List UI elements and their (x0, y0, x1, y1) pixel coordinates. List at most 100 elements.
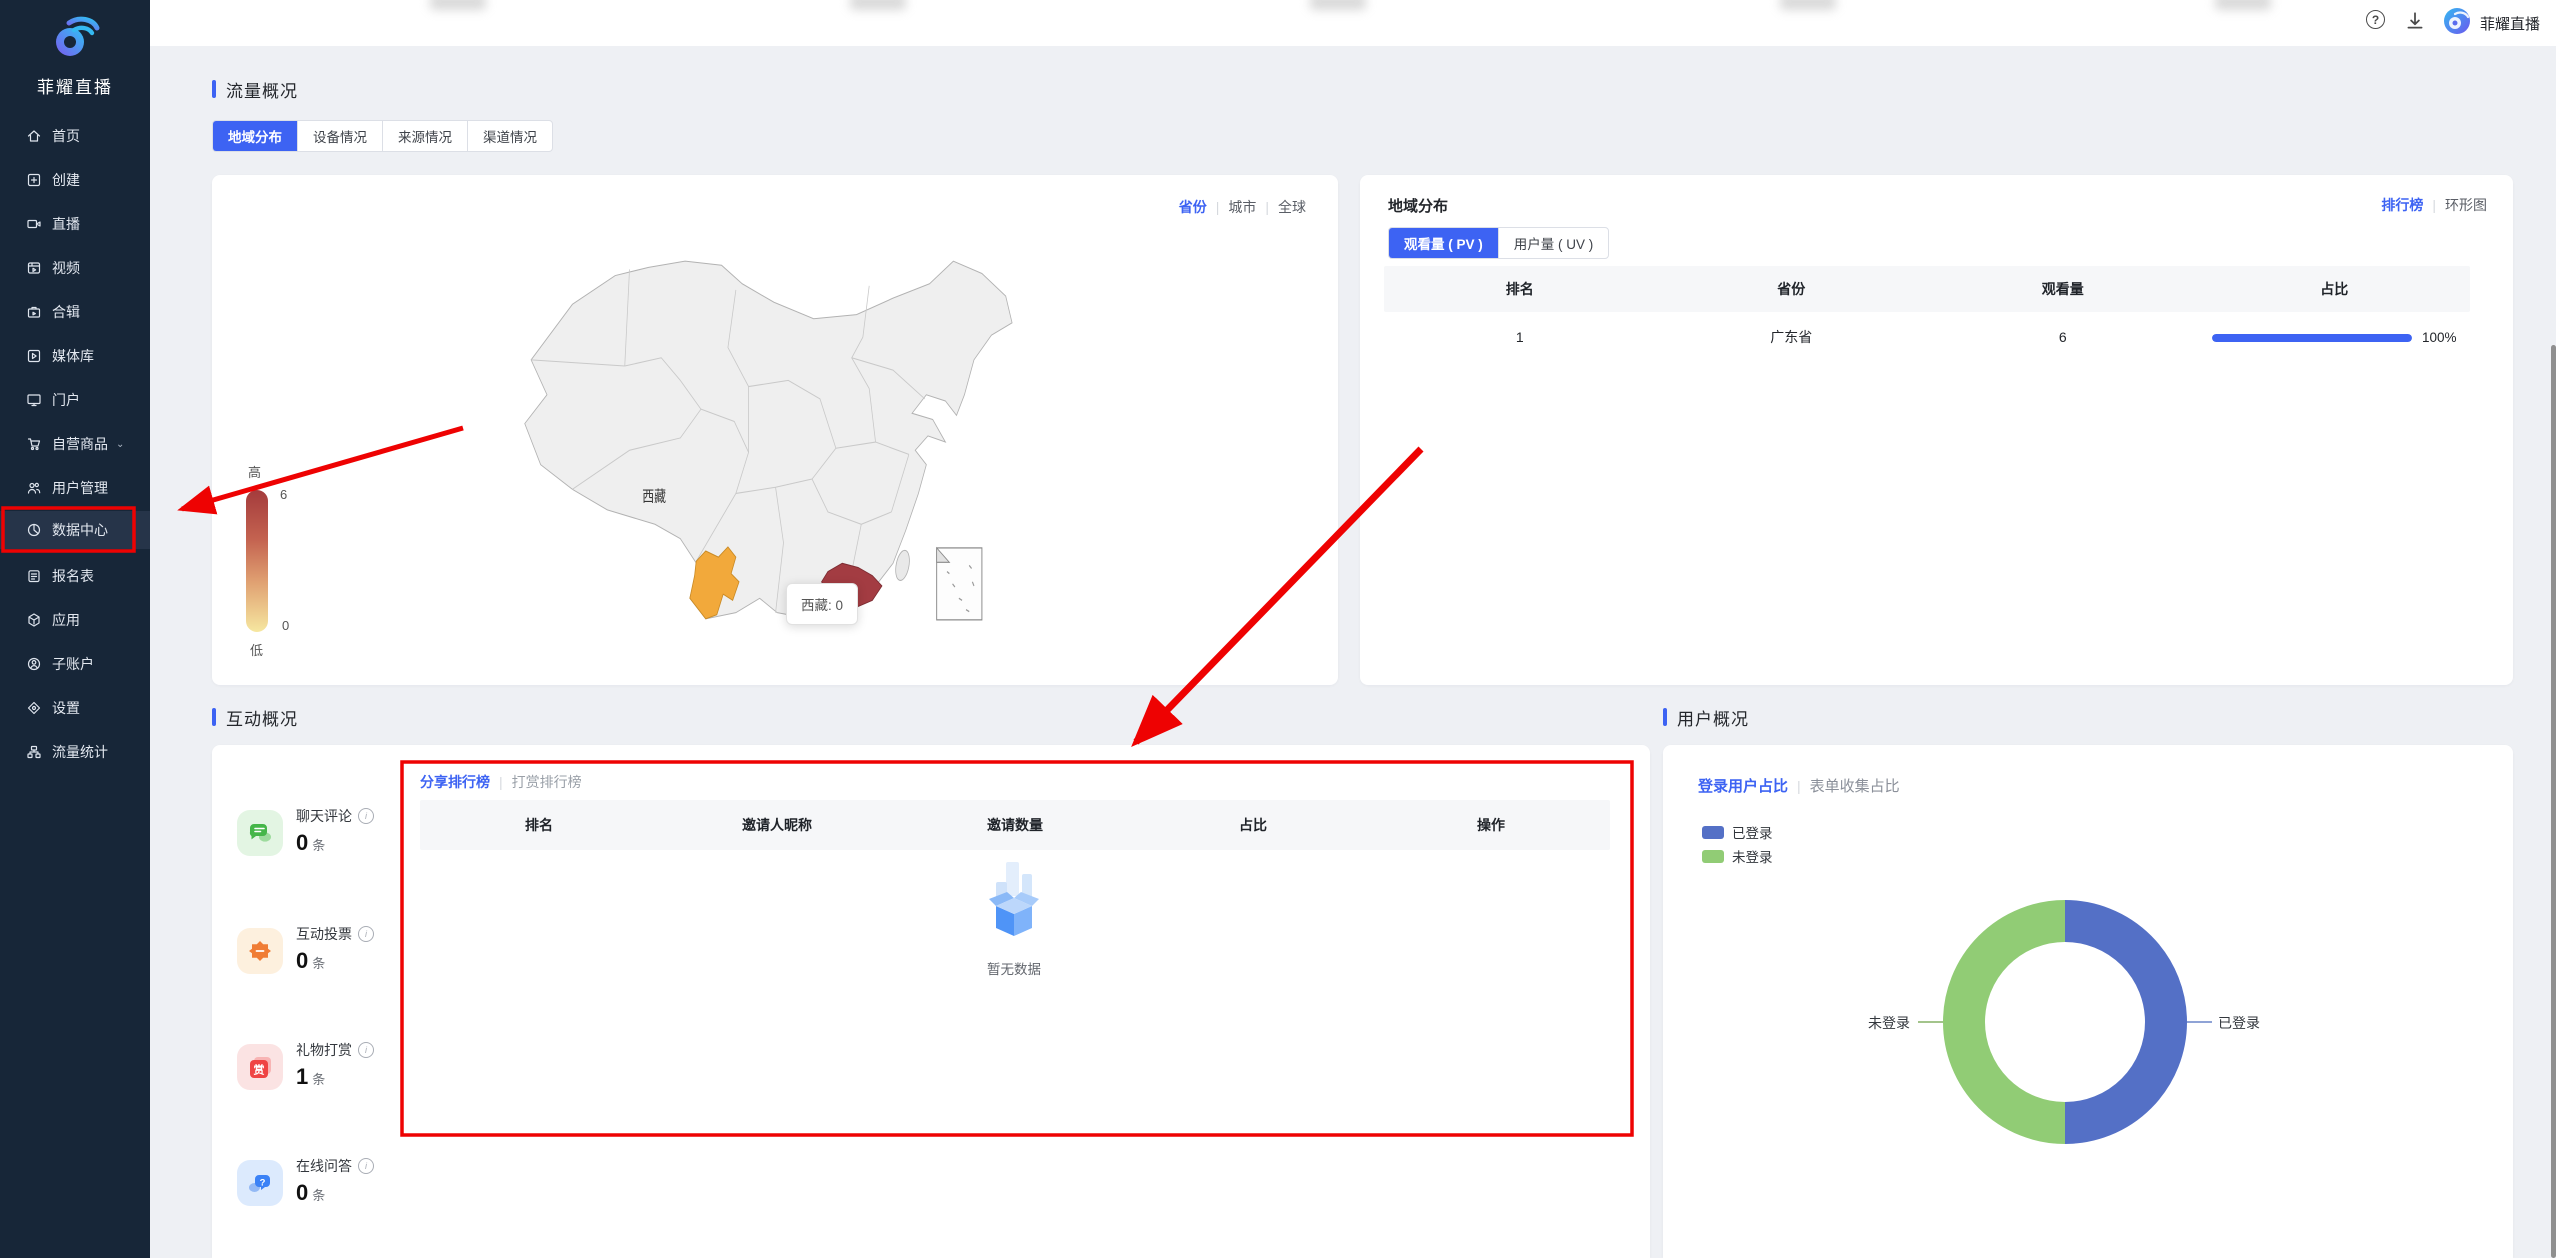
home-icon (26, 128, 42, 144)
tab-source[interactable]: 来源情况 (383, 121, 468, 151)
cutoff-content (850, 0, 906, 10)
sidebar-item-portal[interactable]: 门户 (0, 381, 150, 419)
stat-label-chat: 聊天评论 (296, 806, 374, 826)
sidebar-item-label: 首页 (52, 126, 80, 146)
legend-swatch (1702, 826, 1724, 839)
tab-share-ranking[interactable]: 分享排行榜 (420, 772, 490, 792)
user-avatar[interactable] (2444, 8, 2470, 34)
stat-value-qa: 0条 (296, 1180, 325, 1206)
sidebar-item-signup-form[interactable]: 报名表 (0, 557, 150, 595)
chat-icon (237, 810, 283, 856)
sidebar-item-label: 流量统计 (52, 742, 108, 762)
sidebar-item-label: 子账户 (52, 654, 94, 674)
scope-link-city[interactable]: 城市 (1228, 197, 1256, 217)
stat-value-chat: 0条 (296, 830, 325, 856)
info-icon[interactable] (358, 926, 374, 942)
sidebar-item-video[interactable]: 视频 (0, 249, 150, 287)
sidebar-item-label: 视频 (52, 258, 80, 278)
top-header: ? 菲耀直播 (150, 0, 2556, 46)
scope-link-province[interactable]: 省份 (1179, 197, 1207, 217)
donut-segment-not-logged-in[interactable] (1964, 921, 2065, 1123)
sidebar-item-label: 门户 (52, 390, 80, 410)
stat-label-vote: 互动投票 (296, 924, 374, 944)
sidebar-item-label: 应用 (52, 610, 80, 630)
stat-value-vote: 0条 (296, 948, 325, 974)
sidebar-item-home[interactable]: 首页 (0, 117, 150, 155)
sidebar-item-products[interactable]: 自营商品 ⌄ (0, 425, 150, 463)
donut-label-right: 已登录 (2218, 1013, 2260, 1033)
download-icon[interactable] (2404, 10, 2426, 32)
sidebar-item-settings[interactable]: 设置 (0, 689, 150, 727)
tab-pv[interactable]: 观看量 ( PV ) (1389, 228, 1499, 258)
info-icon[interactable] (358, 1042, 374, 1058)
sidebar-item-subaccount[interactable]: 子账户 (0, 645, 150, 683)
stat-value-reward: 1条 (296, 1064, 325, 1090)
user-section-title: 用户概况 (1663, 706, 1749, 728)
empty-box-icon (982, 862, 1046, 940)
region-table-header: 排名 省份 观看量 占比 (1384, 266, 2470, 312)
map-tooltip: 西藏: 0 (786, 583, 858, 625)
view-link-ranking[interactable]: 排行榜 (2381, 195, 2423, 215)
section-accent-bar (1663, 708, 1667, 726)
sidebar-item-media-library[interactable]: 媒体库 (0, 337, 150, 375)
donut-label-left: 未登录 (1852, 1013, 1910, 1033)
sidebar-item-collection[interactable]: 合辑 (0, 293, 150, 331)
divider (1265, 199, 1269, 215)
svg-text:?: ? (260, 1178, 266, 1189)
legend-item-not-logged-in[interactable]: 未登录 (1702, 846, 1773, 866)
sidebar-item-live[interactable]: 直播 (0, 205, 150, 243)
sidebar-item-user-management[interactable]: 用户管理 (0, 469, 150, 507)
header-user-name[interactable]: 菲耀直播 (2480, 13, 2540, 34)
cart-icon (26, 436, 42, 452)
sidebar-item-apps[interactable]: 应用 (0, 601, 150, 639)
percent-value: 100% (2422, 330, 2457, 345)
percent-bar-track (2212, 334, 2412, 342)
donut-segment-logged-in[interactable] (2065, 921, 2166, 1123)
clipboard-icon (26, 568, 42, 584)
pie-chart-icon (26, 522, 42, 538)
tab-form-ratio[interactable]: 表单收集占比 (1810, 775, 1900, 796)
donut-connector-right (2187, 1021, 2212, 1023)
traffic-tabs: 地域分布 设备情况 来源情况 渠道情况 (212, 120, 553, 152)
percent-bar-fill (2212, 334, 2412, 342)
china-map[interactable]: 西藏 (520, 255, 1020, 625)
legend-item-logged-in[interactable]: 已登录 (1702, 822, 1773, 842)
ranking-table-header: 排名 邀请人昵称 邀请数量 占比 操作 (420, 800, 1610, 850)
cutoff-content (1310, 0, 1366, 10)
donut-connector-left (1918, 1021, 1943, 1023)
empty-text: 暂无数据 (984, 958, 1044, 978)
sidebar-item-data-center[interactable]: 数据中心 (0, 511, 150, 549)
login-donut-chart[interactable] (1925, 882, 2205, 1162)
cutoff-content (430, 0, 486, 10)
region-card-title: 地域分布 (1388, 195, 1448, 216)
page: 菲耀直播 首页 创建 直播 视频 合辑 媒体库 门户 (0, 0, 2556, 1258)
tab-reward-ranking[interactable]: 打赏排行榜 (512, 772, 582, 792)
tab-uv[interactable]: 用户量 ( UV ) (1499, 228, 1609, 258)
tab-region-distribution[interactable]: 地域分布 (213, 121, 298, 151)
tab-channel[interactable]: 渠道情况 (468, 121, 552, 151)
film-icon (26, 260, 42, 276)
metric-tabs: 观看量 ( PV ) 用户量 ( UV ) (1388, 227, 1609, 259)
sidebar-item-create[interactable]: 创建 (0, 161, 150, 199)
tab-device[interactable]: 设备情况 (298, 121, 383, 151)
tab-login-ratio[interactable]: 登录用户占比 (1698, 775, 1788, 796)
help-icon[interactable]: ? (2366, 10, 2388, 32)
sidebar: 菲耀直播 首页 创建 直播 视频 合辑 媒体库 门户 (0, 0, 150, 1258)
plus-square-icon (26, 172, 42, 188)
percent-cell: 100% (2199, 330, 2471, 345)
info-icon[interactable] (358, 1158, 374, 1174)
info-icon[interactable] (358, 808, 374, 824)
svg-text:赏: 赏 (254, 1063, 265, 1077)
legend-swatch (1702, 850, 1724, 863)
legend-high-label: 高 (248, 462, 261, 481)
scrollbar-thumb[interactable] (2551, 345, 2556, 1258)
hexagon-icon (26, 612, 42, 628)
section-accent-bar (212, 80, 216, 98)
divider (1216, 199, 1220, 215)
sidebar-item-traffic-stats[interactable]: 流量统计 (0, 733, 150, 771)
view-link-ring[interactable]: 环形图 (2445, 195, 2487, 215)
legend-low-label: 低 (250, 640, 263, 659)
user-overview-tabs: 登录用户占比 表单收集占比 (1698, 775, 1900, 796)
media-library-icon (26, 348, 42, 364)
scope-link-global[interactable]: 全球 (1278, 197, 1306, 217)
